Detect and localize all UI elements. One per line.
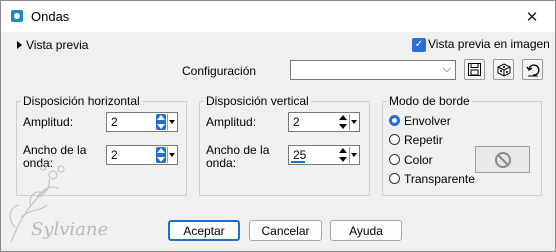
spin-arrows-icon[interactable] [338, 147, 348, 163]
dialog-content: Vista previa ✓ Vista previa en imagen Co… [1, 32, 555, 251]
spin-arrows-icon[interactable] [156, 114, 166, 130]
close-button[interactable]: ✕ [509, 1, 555, 32]
configuration-select[interactable]: ⌵ [290, 60, 456, 80]
edge-radio-repetir[interactable] [389, 134, 400, 145]
reset-icon [525, 63, 540, 76]
preview-expander-label: Vista previa [26, 38, 89, 52]
save-preset-button[interactable] [464, 59, 485, 80]
preview-expander[interactable]: Vista previa [17, 38, 88, 52]
preview-on-image-label: Vista previa en imagen [428, 37, 550, 51]
edge-option-envolver-label: Envolver [404, 114, 451, 128]
edge-radio-envolver[interactable] [389, 115, 400, 126]
vertical-wavelength-label-line1: Ancho de la [206, 143, 270, 157]
spin-arrows-icon[interactable] [156, 147, 166, 163]
accept-button-label: Aceptar [183, 223, 225, 238]
dropdown-arrow-icon[interactable] [167, 114, 176, 130]
vertical-group-title: Disposición vertical [204, 94, 311, 108]
configuration-label: Configuración [182, 64, 257, 78]
title-bar: Ondas ✕ [1, 1, 555, 32]
help-button-label: Ayuda [349, 223, 383, 238]
watermark-text: Sylviane [31, 219, 108, 240]
focus-underline [291, 161, 305, 163]
vertical-wavelength-value: 25 [293, 148, 307, 162]
no-color-icon [494, 151, 511, 168]
reset-button[interactable] [522, 59, 543, 80]
horizontal-group-title: Disposición horizontal [21, 94, 142, 108]
edge-option-repetir-label: Repetir [404, 133, 443, 147]
edge-option-transparente-label: Transparente [404, 172, 475, 186]
expand-triangle-icon [17, 41, 22, 49]
edge-mode-group-title: Modo de borde [387, 94, 472, 108]
chevron-down-icon: ⌵ [442, 63, 451, 75]
app-icon [11, 10, 23, 22]
vertical-wavelength-label-line2: onda: [206, 156, 237, 170]
vertical-amplitude-label: Amplitud: [206, 115, 257, 129]
help-button[interactable]: Ayuda [330, 220, 402, 241]
dropdown-arrow-icon[interactable] [349, 114, 358, 130]
cancel-button[interactable]: Cancelar [249, 220, 322, 241]
edge-color-swatch[interactable] [475, 146, 530, 173]
random-preset-button[interactable] [493, 59, 514, 80]
vertical-wavelength-input[interactable]: 25 [288, 145, 360, 165]
edge-radio-transparente[interactable] [389, 173, 400, 184]
window-title: Ondas [31, 9, 70, 24]
vertical-amplitude-input[interactable]: 2 [288, 112, 360, 132]
horizontal-amplitude-label: Amplitud: [23, 115, 74, 129]
spin-arrows-icon[interactable] [338, 114, 348, 130]
horizontal-amplitude-value: 2 [111, 115, 118, 129]
edge-radio-color[interactable] [389, 154, 400, 165]
dropdown-arrow-icon[interactable] [349, 147, 358, 163]
save-icon [468, 63, 481, 76]
dice-icon [497, 62, 510, 77]
accept-button[interactable]: Aceptar [168, 220, 240, 241]
edge-option-color-label: Color [404, 153, 433, 167]
watermark-signature: Sylviane [9, 163, 108, 243]
cancel-button-label: Cancelar [261, 223, 310, 238]
preview-on-image-checkbox[interactable]: ✓ [412, 38, 426, 52]
vertical-amplitude-value: 2 [293, 115, 300, 129]
dropdown-arrow-icon[interactable] [167, 147, 176, 163]
dialog-window: Ondas ✕ Vista previa ✓ Vista previa en i… [0, 0, 556, 252]
horizontal-amplitude-input[interactable]: 2 [106, 112, 178, 132]
close-icon: ✕ [525, 8, 539, 26]
